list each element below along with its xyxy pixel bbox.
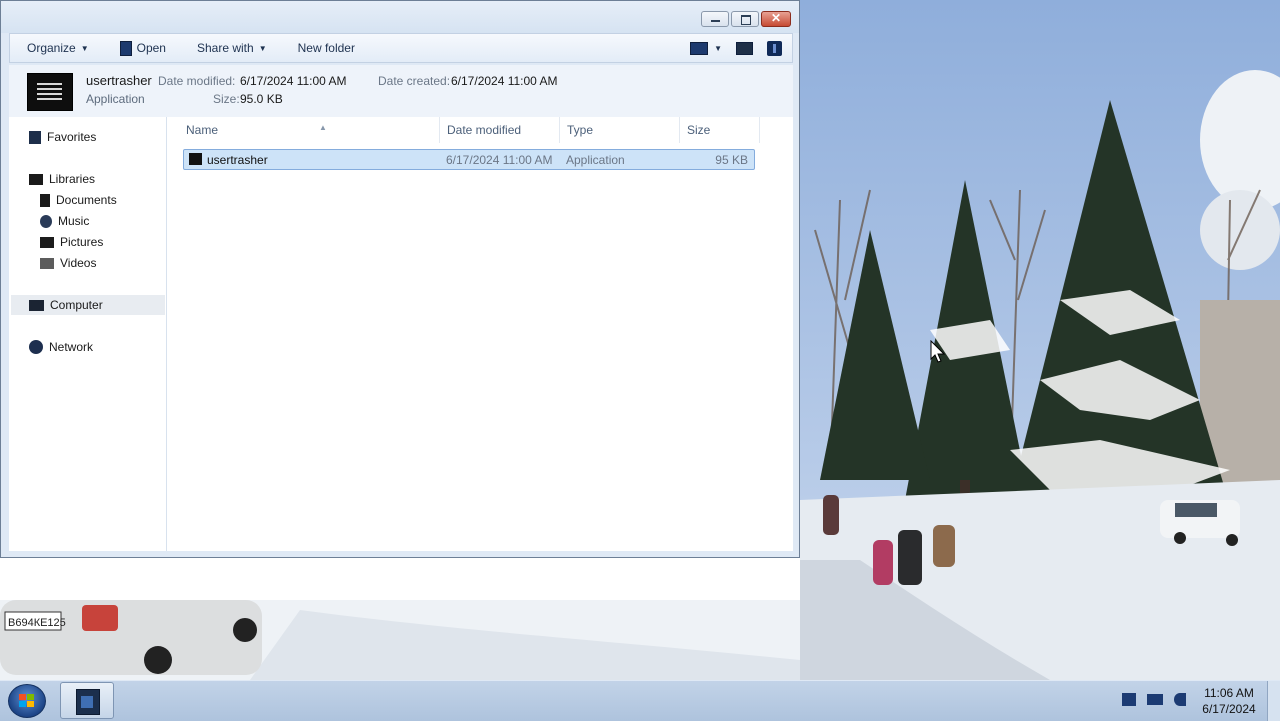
column-header-name[interactable]: Name ▲ xyxy=(179,117,440,143)
nav-libraries[interactable]: Libraries xyxy=(29,169,95,189)
video-icon xyxy=(40,257,54,269)
open-label: Open xyxy=(136,41,166,55)
share-with-menu[interactable]: Share with ▼ xyxy=(180,34,281,62)
clock[interactable]: 11:06 AM 6/17/2024 xyxy=(1196,685,1262,717)
nav-videos[interactable]: Videos xyxy=(40,253,96,273)
globe-icon xyxy=(29,340,43,354)
license-plate: В694КЕ125 xyxy=(8,617,66,629)
window-shadow-area xyxy=(0,558,800,600)
file-date-modified: 6/17/2024 11:00 AM xyxy=(446,153,553,167)
size-value: 95.0 KB xyxy=(240,92,283,106)
clock-date: 6/17/2024 xyxy=(1202,702,1256,716)
nav-computer[interactable]: Computer xyxy=(11,295,165,315)
network-icon[interactable] xyxy=(1147,694,1163,705)
minimize-button[interactable] xyxy=(701,11,729,27)
nav-label: Favorites xyxy=(47,130,97,144)
close-button[interactable]: ✕ xyxy=(761,11,791,27)
library-icon xyxy=(29,173,43,185)
application-icon xyxy=(119,40,132,56)
file-size: 95 KB xyxy=(715,153,748,167)
nav-network[interactable]: Network xyxy=(29,337,93,357)
column-label: Name xyxy=(186,123,219,137)
column-header-size[interactable]: Size xyxy=(680,117,760,143)
details-file-name: usertrasher xyxy=(86,73,152,88)
column-label: Date modified xyxy=(447,123,522,137)
nav-music[interactable]: Music xyxy=(40,211,89,231)
action-center-icon[interactable] xyxy=(1122,693,1136,706)
explorer-window: ✕ Organize ▼ Open Share with ▼ New folde… xyxy=(0,0,800,558)
nav-pictures[interactable]: Pictures xyxy=(40,232,103,252)
windows-logo-icon xyxy=(19,694,34,707)
new-folder-label: New folder xyxy=(297,41,355,55)
title-bar[interactable]: ✕ xyxy=(1,1,799,33)
date-modified-label: Date modified: xyxy=(158,74,236,88)
open-button[interactable]: Open xyxy=(103,34,180,62)
nav-documents[interactable]: Documents xyxy=(40,190,117,210)
organize-menu[interactable]: Organize ▼ xyxy=(10,34,103,62)
column-label: Size xyxy=(687,123,711,137)
column-header-date-modified[interactable]: Date modified xyxy=(440,117,560,143)
date-created-value: 6/17/2024 11:00 AM xyxy=(451,74,558,88)
chevron-down-icon: ▼ xyxy=(80,43,89,53)
volume-icon[interactable] xyxy=(1174,693,1186,706)
computer-icon xyxy=(29,299,44,311)
maximize-icon xyxy=(741,15,751,25)
application-icon xyxy=(27,73,73,111)
view-icon xyxy=(690,41,709,55)
start-button[interactable] xyxy=(8,684,46,718)
close-icon: ✕ xyxy=(770,11,782,25)
change-view-button[interactable]: ▼ xyxy=(690,41,722,55)
nav-label: Computer xyxy=(50,298,103,312)
details-pane: usertrasher Application Date modified: 6… xyxy=(9,65,793,117)
file-row[interactable]: usertrasher 6/17/2024 11:00 AM Applicati… xyxy=(183,149,755,170)
nav-label: Music xyxy=(58,214,90,228)
show-desktop-button[interactable] xyxy=(1267,681,1280,721)
file-list: Name ▲ Date modified Type Size usertrash… xyxy=(167,117,793,551)
command-bar: Organize ▼ Open Share with ▼ New folder … xyxy=(9,33,793,63)
taskbar-explorer-button[interactable] xyxy=(60,682,114,719)
nav-favorites[interactable]: Favorites xyxy=(29,127,96,147)
chevron-down-icon: ▼ xyxy=(714,43,722,53)
star-icon xyxy=(29,130,41,144)
taskbar: 11:06 AM 6/17/2024 xyxy=(0,680,1280,721)
help-icon[interactable] xyxy=(767,40,782,56)
file-type: Application xyxy=(566,153,625,167)
clock-time: 11:06 AM xyxy=(1204,686,1254,700)
share-with-label: Share with xyxy=(196,41,254,55)
file-name: usertrasher xyxy=(207,153,268,167)
column-header-type[interactable]: Type xyxy=(560,117,680,143)
nav-label: Documents xyxy=(56,193,117,207)
sort-ascending-icon: ▲ xyxy=(319,123,327,132)
new-folder-button[interactable]: New folder xyxy=(281,34,369,62)
date-created-label: Date created: xyxy=(378,74,451,88)
date-modified-value: 6/17/2024 11:00 AM xyxy=(240,74,347,88)
chevron-down-icon: ▼ xyxy=(258,43,267,53)
folder-icon xyxy=(76,689,100,715)
nav-label: Libraries xyxy=(49,172,96,186)
application-icon xyxy=(189,153,202,165)
document-icon xyxy=(40,193,50,207)
organize-label: Organize xyxy=(27,41,76,55)
picture-icon xyxy=(40,236,54,248)
minimize-icon xyxy=(711,20,720,22)
mouse-cursor-icon xyxy=(930,340,946,363)
preview-pane-icon[interactable] xyxy=(736,41,753,55)
size-label: Size: xyxy=(213,92,240,106)
navigation-pane: Favorites Libraries Documents Music Pict… xyxy=(9,117,167,551)
column-label: Type xyxy=(567,123,594,137)
details-file-type: Application xyxy=(86,92,145,106)
content-area: Favorites Libraries Documents Music Pict… xyxy=(9,117,793,551)
music-icon xyxy=(40,214,52,228)
maximize-button[interactable] xyxy=(731,11,759,27)
nav-label: Pictures xyxy=(60,235,104,249)
system-tray xyxy=(1122,693,1186,706)
nav-label: Videos xyxy=(60,256,97,270)
nav-label: Network xyxy=(49,340,94,354)
